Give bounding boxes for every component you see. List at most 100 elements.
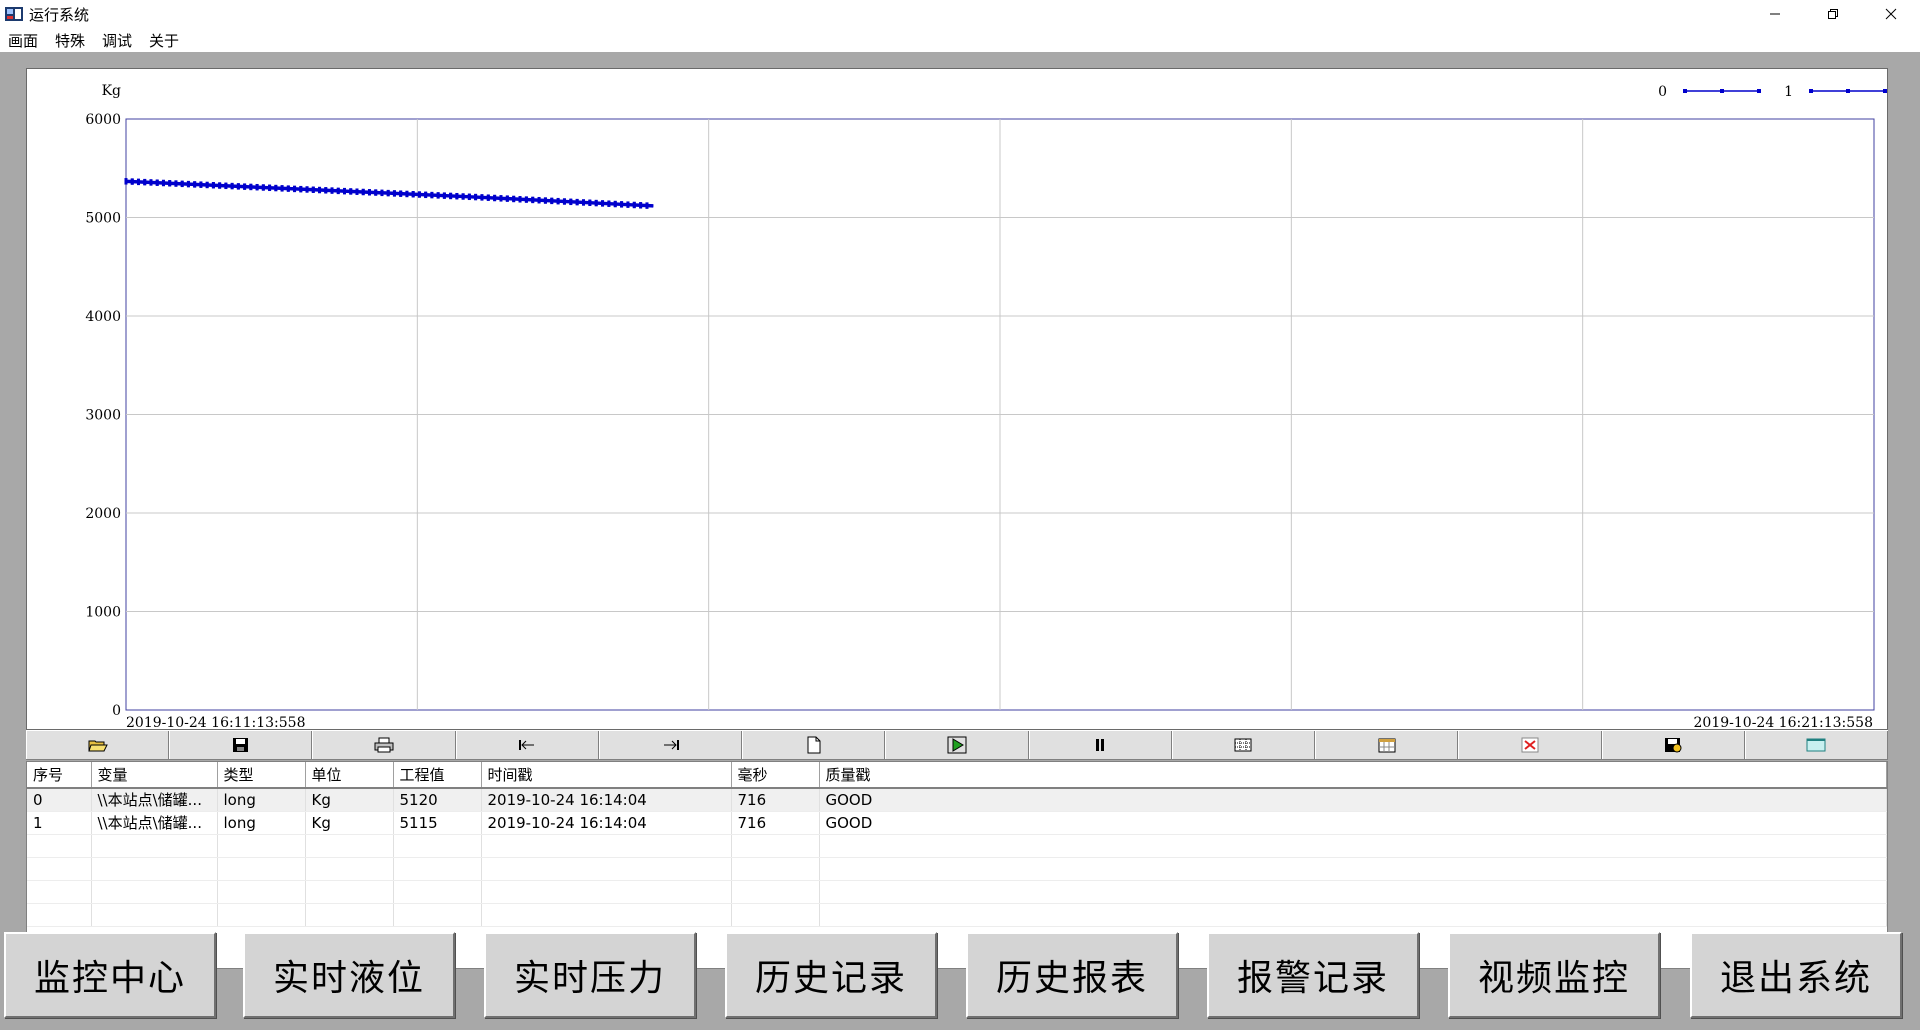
series-point-1 — [601, 200, 605, 207]
series-point-1 — [537, 197, 541, 204]
nav-history-report-button[interactable]: 历史报表 — [966, 932, 1178, 1018]
column-header[interactable]: 单位 — [305, 762, 394, 789]
series-point-1 — [336, 188, 340, 195]
play-button[interactable] — [885, 731, 1029, 759]
series-point-1 — [343, 188, 346, 195]
column-header[interactable]: 类型 — [217, 762, 306, 789]
table-cell: 716 — [731, 811, 820, 835]
series-point-1 — [518, 196, 522, 203]
series-point-1 — [386, 190, 390, 197]
go-end-button[interactable] — [598, 731, 743, 759]
export-button[interactable] — [1601, 731, 1745, 759]
series-point-1 — [218, 182, 222, 189]
column-header[interactable]: 变量 — [91, 762, 218, 789]
table-cell: 2019-10-24 16:14:04 — [481, 788, 732, 812]
menu-screen[interactable]: 画面 — [8, 30, 38, 51]
table-row-empty — [27, 880, 1887, 904]
series-point-1 — [499, 195, 503, 202]
column-header[interactable]: 时间戳 — [481, 762, 732, 789]
series-point-1 — [311, 186, 315, 193]
legend-label-0: 0 — [1658, 84, 1667, 100]
series-point-1 — [392, 190, 396, 197]
nav-alarm-record-button[interactable]: 报警记录 — [1207, 932, 1419, 1018]
series-point-1 — [430, 192, 434, 199]
go-start-icon — [519, 740, 535, 750]
series-point-1 — [230, 183, 234, 190]
menu-bar: 画面 特殊 调试 关于 — [0, 28, 1920, 52]
delete-icon — [1521, 737, 1539, 753]
series-point-1 — [374, 189, 378, 196]
table-cell: Kg — [305, 788, 394, 812]
series-point-1 — [361, 189, 365, 196]
open-button[interactable] — [26, 731, 170, 759]
column-header[interactable]: 序号 — [27, 762, 92, 789]
series-point-1 — [474, 194, 478, 201]
y-tick-label: 4000 — [85, 309, 121, 325]
nav-history-record-button[interactable]: 历史记录 — [725, 932, 937, 1018]
column-header[interactable]: 工程值 — [393, 762, 482, 789]
series-point-1 — [569, 199, 573, 206]
trend-chart-panel: 6000 5000 4000 3000 2000 1000 0 Kg 2019-10-24 16… — [26, 68, 1888, 731]
series-point-1 — [399, 190, 403, 197]
go-start-button[interactable] — [455, 731, 599, 759]
series-point-1 — [211, 182, 215, 189]
legend-marker-1 — [1883, 89, 1887, 93]
series-point-1 — [620, 201, 624, 208]
table-row[interactable]: 0 \\本站点\储罐... long Kg 5120 2019-10-24 16… — [27, 788, 1887, 812]
series-point-1 — [531, 197, 535, 204]
nav-video-monitor-button[interactable]: 视频监控 — [1448, 932, 1660, 1018]
menu-about[interactable]: 关于 — [149, 30, 179, 51]
table-cell: 0 — [27, 788, 92, 812]
series-point-1 — [417, 191, 421, 198]
y-axis-label: Kg — [102, 83, 121, 99]
calendar-icon — [1378, 738, 1396, 753]
title-bar: 运行系统 — [0, 0, 1920, 28]
go-end-icon — [663, 740, 679, 750]
window-button[interactable] — [1744, 731, 1889, 759]
y-tick-label: 0 — [112, 703, 121, 719]
column-header[interactable]: 质量戳 — [819, 762, 1887, 789]
save-button[interactable] — [169, 731, 313, 759]
pause-button[interactable] — [1028, 731, 1172, 759]
series-point-1 — [424, 192, 428, 199]
series-point-1 — [405, 191, 409, 198]
series-point-1 — [556, 198, 560, 205]
menu-special[interactable]: 特殊 — [55, 30, 85, 51]
play-icon — [947, 736, 967, 754]
y-tick-label: 6000 — [85, 112, 121, 128]
series-point-1 — [155, 179, 159, 186]
series-point-1 — [318, 187, 322, 194]
grid-button[interactable] — [1171, 731, 1316, 759]
series-point-1 — [645, 202, 649, 209]
legend-marker-1 — [1809, 89, 1813, 93]
table-cell: long — [217, 811, 306, 835]
table-cell: GOOD — [819, 811, 1887, 835]
series-point-1 — [143, 179, 147, 186]
nav-monitor-center-button[interactable]: 监控中心 — [4, 932, 216, 1018]
pause-icon — [1096, 739, 1105, 751]
new-page-button[interactable] — [742, 731, 886, 759]
legend-marker-0 — [1757, 89, 1761, 93]
close-button[interactable] — [1862, 0, 1920, 28]
series-point-1 — [268, 185, 272, 192]
nav-realtime-pressure-button[interactable]: 实时压力 — [484, 932, 696, 1018]
table-cell: \\本站点\储罐... — [91, 788, 218, 812]
print-button[interactable] — [312, 731, 456, 759]
nav-exit-system-button[interactable]: 退出系统 — [1690, 932, 1902, 1018]
series-point-1 — [168, 180, 172, 187]
series-point-1 — [161, 180, 165, 187]
delete-button[interactable] — [1458, 731, 1602, 759]
series-point-1 — [550, 198, 554, 205]
nav-realtime-level-button[interactable]: 实时液位 — [243, 932, 455, 1018]
column-header[interactable]: 毫秒 — [731, 762, 820, 789]
restore-button[interactable] — [1804, 0, 1862, 28]
menu-debug[interactable]: 调试 — [102, 30, 132, 51]
table-row-empty — [27, 834, 1887, 858]
table-row[interactable]: 1 \\本站点\储罐... long Kg 5115 2019-10-24 16… — [27, 811, 1887, 835]
export-icon — [1665, 738, 1682, 753]
minimize-button[interactable] — [1746, 0, 1804, 28]
series-point-1 — [205, 182, 209, 189]
table-cell: 2019-10-24 16:14:04 — [481, 811, 732, 835]
series-point-1 — [436, 192, 440, 199]
calendar-button[interactable] — [1315, 731, 1459, 759]
